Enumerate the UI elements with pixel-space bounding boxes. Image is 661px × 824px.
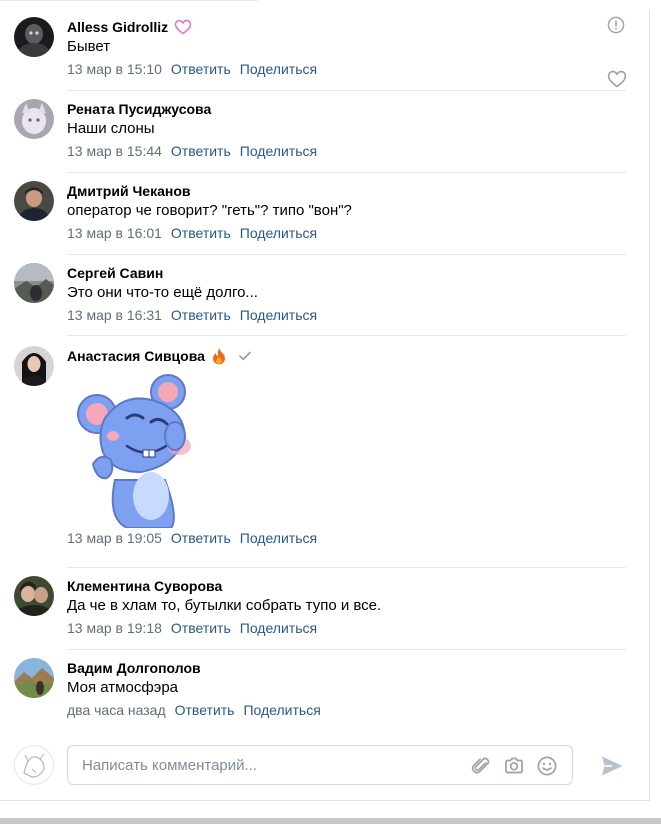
comment-author[interactable]: Alless Gidrolliz [67, 19, 168, 35]
send-icon[interactable] [599, 753, 625, 779]
comment-text: Да че в хлам то, бутылки собрать тупо и … [67, 597, 382, 614]
reply-button[interactable]: Ответить [171, 143, 231, 159]
comment-text: Это они что-то ещё долго... [67, 284, 258, 301]
blue-rat-sticker [67, 368, 207, 529]
avatar[interactable] [14, 263, 54, 303]
comment-text: Бывет [67, 38, 111, 55]
smile-icon[interactable] [536, 755, 558, 777]
divider [67, 90, 626, 91]
avatar[interactable] [14, 658, 54, 698]
share-button[interactable]: Поделиться [240, 307, 317, 323]
comment-text: оператор че говорит? "геть"? типо "вон"? [67, 202, 352, 219]
comment-input-box [67, 745, 573, 785]
avatar[interactable] [14, 99, 54, 139]
comment-time[interactable]: два часа назад [67, 702, 166, 718]
comment-author[interactable]: Сергей Савин [67, 265, 163, 281]
reply-button[interactable]: Ответить [171, 225, 231, 241]
current-user-avatar [14, 745, 54, 785]
comment-author[interactable]: Вадим Долгополов [67, 660, 201, 676]
card-border-right [649, 10, 650, 800]
comment-time[interactable]: 13 мар в 15:44 [67, 143, 162, 159]
comment-author[interactable]: Рената Пусиджусова [67, 101, 211, 117]
divider [67, 649, 626, 650]
divider [67, 335, 626, 336]
comment-text: Моя атмосфэра [67, 679, 179, 696]
avatar[interactable] [14, 181, 54, 221]
reply-button[interactable]: Ответить [171, 530, 231, 546]
camera-icon[interactable] [503, 755, 525, 777]
checkmark-icon [239, 351, 251, 361]
divider [67, 254, 626, 255]
reply-button[interactable]: Ответить [171, 307, 231, 323]
share-button[interactable]: Поделиться [240, 620, 317, 636]
avatar[interactable] [14, 17, 54, 57]
fire-icon [211, 347, 227, 365]
top-divider [0, 0, 258, 1]
comment-time[interactable]: 13 мар в 19:18 [67, 620, 162, 636]
comment-time[interactable]: 13 мар в 16:01 [67, 225, 162, 241]
reply-button[interactable]: Ответить [171, 620, 231, 636]
share-button[interactable]: Поделиться [240, 225, 317, 241]
comment-author[interactable]: Анастасия Сивцова [67, 348, 205, 364]
share-button[interactable]: Поделиться [240, 61, 317, 77]
avatar[interactable] [14, 346, 54, 386]
comment-input[interactable] [82, 755, 462, 775]
horizontal-scrollbar[interactable] [0, 818, 661, 824]
avatar[interactable] [14, 576, 54, 616]
divider [67, 172, 626, 173]
paperclip-icon[interactable] [470, 755, 492, 777]
comment-time[interactable]: 13 мар в 16:31 [67, 307, 162, 323]
divider [67, 567, 626, 568]
reply-button[interactable]: Ответить [171, 61, 231, 77]
share-button[interactable]: Поделиться [243, 702, 320, 718]
report-icon[interactable] [607, 16, 625, 39]
comment-time[interactable]: 13 мар в 19:05 [67, 530, 162, 546]
reply-button[interactable]: Ответить [175, 702, 235, 718]
heart-outline-pink-icon [174, 19, 192, 35]
share-button[interactable]: Поделиться [240, 143, 317, 159]
comment-author[interactable]: Клементина Суворова [67, 578, 222, 594]
comment-author[interactable]: Дмитрий Чеканов [67, 183, 190, 199]
comment-composer [14, 745, 634, 785]
comment-text: Наши слоны [67, 120, 155, 137]
share-button[interactable]: Поделиться [240, 530, 317, 546]
comment-time[interactable]: 13 мар в 15:10 [67, 61, 162, 77]
